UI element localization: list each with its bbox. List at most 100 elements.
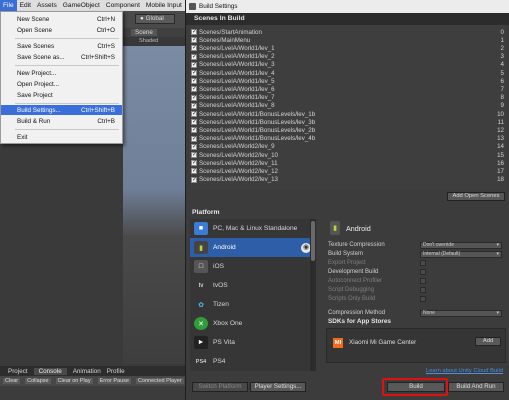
scene-row[interactable]: ✓ Scenes/LvelA/World1/lev_1 2	[190, 44, 506, 52]
sdk-add-button[interactable]: Add	[475, 337, 501, 346]
scene-row[interactable]: ✓ Scenes/LvelA/World2/lev_10 15	[190, 151, 506, 159]
menu-item-build-and-run[interactable]: Build & Run Ctrl+B	[1, 116, 122, 126]
console-error-pause-button[interactable]: Error Pause	[97, 378, 131, 384]
platform-item-ps4[interactable]: PS4 PS4	[190, 352, 316, 371]
platform-item-ios[interactable]: □ iOS	[190, 257, 316, 276]
tab-console[interactable]: Console	[33, 367, 67, 375]
global-toggle[interactable]: ● Global	[135, 14, 175, 24]
scene-row[interactable]: ✓ Scenes/LvelA/World1/lev_5 6	[190, 77, 506, 85]
scene-checkbox[interactable]: ✓	[191, 152, 197, 159]
scene-checkbox[interactable]: ✓	[191, 29, 197, 36]
scrollbar-thumb[interactable]	[311, 221, 315, 261]
shaded-dropdown[interactable]: Shaded	[123, 37, 185, 46]
scripts-only-build-checkbox[interactable]	[420, 296, 426, 303]
scene-checkbox[interactable]: ✓	[191, 70, 197, 77]
scene-row[interactable]: ✓ Scenes/LvelA/World1/lev_4 5	[190, 69, 506, 77]
scene-row[interactable]: ✓ Scenes/LvelA/World2/lev_12 17	[190, 167, 506, 175]
scene-checkbox[interactable]: ✓	[191, 135, 197, 142]
scene-checkbox[interactable]: ✓	[191, 176, 197, 183]
development-build-checkbox[interactable]	[420, 269, 426, 276]
scene-checkbox[interactable]: ✓	[191, 143, 197, 150]
menu-item-save-project[interactable]: Save Project	[1, 90, 122, 100]
scenes-list[interactable]: ✓ Scenes/StartAnimation 0 ✓ Scenes/MainMenu 1…	[190, 25, 506, 190]
platform-item-xbox[interactable]: ✕ Xbox One	[190, 314, 316, 333]
scene-checkbox[interactable]: ✓	[191, 160, 197, 167]
platform-item-android[interactable]: ▮ Android ◉	[190, 238, 316, 257]
scene-row[interactable]: ✓ Scenes/LvelA/World1/lev_2 3	[190, 53, 506, 61]
tab-scene[interactable]: Scene	[131, 29, 157, 36]
menu-item-new-scene[interactable]: New Scene Ctrl+N	[1, 14, 122, 24]
scene-row[interactable]: ✓ Scenes/LvelA/World1/lev_6 7	[190, 85, 506, 93]
scene-row[interactable]: ✓ Scenes/LvelA/World1/lev_8 9	[190, 102, 506, 110]
scene-checkbox[interactable]: ✓	[191, 86, 197, 93]
sdk-list: MI Xiaomi Mi Game Center Add	[326, 328, 506, 363]
scene-row[interactable]: ✓ Scenes/LvelA/World1/BonusLevels/lev_1b 1…	[190, 110, 506, 118]
scene-row[interactable]: ✓ Scenes/MainMenu 1	[190, 36, 506, 44]
export-project-checkbox[interactable]	[420, 260, 426, 267]
script-debugging-label: Script Debugging	[328, 287, 375, 294]
window-titlebar[interactable]: Build Settings	[186, 0, 509, 13]
menu-component[interactable]: Component	[103, 0, 143, 11]
platform-item-psvita[interactable]: ► PS Vita	[190, 333, 316, 352]
menu-item-build-settings[interactable]: Build Settings... Ctrl+Shift+B	[1, 105, 122, 115]
console-clear-button[interactable]: Clear	[3, 378, 21, 384]
scene-checkbox[interactable]: ✓	[191, 61, 197, 68]
add-open-scenes-button[interactable]: Add Open Scenes	[447, 192, 505, 201]
scene-row[interactable]: ✓ Scenes/LvelA/World2/lev_11 16	[190, 159, 506, 167]
scene-row[interactable]: ✓ Scenes/LvelA/World1/BonusLevels/lev_2b 1…	[190, 126, 506, 134]
menu-edit[interactable]: Edit	[17, 0, 34, 11]
build-and-run-button[interactable]: Build And Run	[448, 382, 504, 392]
tizen-icon: ✿	[198, 301, 204, 309]
menu-gameobject[interactable]: GameObject	[60, 0, 103, 11]
scene-checkbox[interactable]: ✓	[191, 119, 197, 126]
scene-checkbox[interactable]: ✓	[191, 168, 197, 175]
player-settings-button[interactable]: Player Settings...	[250, 382, 306, 392]
scene-checkbox[interactable]: ✓	[191, 45, 197, 52]
scene-row[interactable]: ✓ Scenes/LvelA/World1/lev_7 8	[190, 94, 506, 102]
switch-platform-button[interactable]: Switch Platform	[192, 382, 248, 392]
scene-index: 14	[497, 143, 504, 151]
console-clear-on-play-button[interactable]: Clear on Play	[55, 378, 93, 384]
scene-row[interactable]: ✓ Scenes/LvelA/World2/lev_9 14	[190, 143, 506, 151]
platform-item-pc[interactable]: ■ PC, Mac & Linux Standalone	[190, 219, 316, 238]
console-connected-player-dropdown[interactable]: Connected Player	[135, 378, 184, 384]
platform-list[interactable]: ■ PC, Mac & Linux Standalone ▮ Android ◉ □ i…	[190, 219, 316, 371]
scene-view[interactable]	[123, 46, 185, 364]
platform-list-scrollbar[interactable]	[310, 219, 316, 371]
menu-file[interactable]: File	[0, 0, 17, 11]
scene-checkbox[interactable]: ✓	[191, 94, 197, 101]
build-system-dropdown[interactable]: Internal (Default)	[420, 250, 502, 258]
scene-row[interactable]: ✓ Scenes/LvelA/World1/lev_3 4	[190, 61, 506, 69]
texture-compression-dropdown[interactable]: Don't override	[420, 241, 502, 249]
menu-item-save-scene-as[interactable]: Save Scene as... Ctrl+Shift+S	[1, 52, 122, 62]
platform-item-tizen[interactable]: ✿ Tizen	[190, 295, 316, 314]
scene-row[interactable]: ✓ Scenes/StartAnimation 0	[190, 28, 506, 36]
scene-checkbox[interactable]: ✓	[191, 127, 197, 134]
platform-item-tvos[interactable]: tv tvOS	[190, 276, 316, 295]
scene-checkbox[interactable]: ✓	[191, 102, 197, 109]
scene-row[interactable]: ✓ Scenes/LvelA/World1/BonusLevels/lev_3b 1…	[190, 118, 506, 126]
tab-animation[interactable]: Animation	[73, 368, 101, 375]
menu-item-open-scene[interactable]: Open Scene Ctrl+O	[1, 25, 122, 35]
scripts-only-build-row: Scripts Only Build	[328, 295, 506, 304]
cloud-build-link[interactable]: Learn about Unity Cloud Build	[426, 368, 503, 374]
menu-assets[interactable]: Assets	[34, 0, 60, 11]
scene-checkbox[interactable]: ✓	[191, 111, 197, 118]
menu-item-exit[interactable]: Exit	[1, 132, 122, 142]
console-collapse-button[interactable]: Collapse	[25, 378, 51, 384]
scene-index: 13	[497, 135, 504, 143]
scene-row[interactable]: ✓ Scenes/LvelA/World1/BonusLevels/lev_4b 1…	[190, 135, 506, 143]
tab-project[interactable]: Project	[8, 368, 28, 375]
menu-item-new-project[interactable]: New Project...	[1, 68, 122, 78]
scene-checkbox[interactable]: ✓	[191, 78, 197, 85]
scene-checkbox[interactable]: ✓	[191, 37, 197, 44]
script-debugging-checkbox[interactable]	[420, 287, 426, 294]
scene-checkbox[interactable]: ✓	[191, 53, 197, 60]
scene-row[interactable]: ✓ Scenes/LvelA/World2/lev_13 18	[190, 176, 506, 184]
tab-profiler[interactable]: Profile	[107, 368, 125, 375]
compression-method-dropdown[interactable]: None	[420, 309, 502, 317]
autoconnect-profiler-checkbox[interactable]	[420, 278, 426, 285]
menu-mobile-input[interactable]: Mobile Input	[143, 0, 185, 11]
menu-item-save-scenes[interactable]: Save Scenes Ctrl+S	[1, 41, 122, 51]
menu-item-open-project[interactable]: Open Project...	[1, 79, 122, 89]
